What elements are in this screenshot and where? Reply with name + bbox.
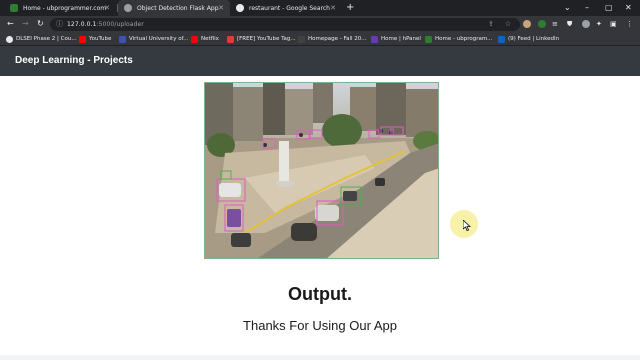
new-tab-icon[interactable]: + <box>346 2 354 14</box>
bookmark-netflix[interactable]: Netflix <box>191 35 219 43</box>
detection-result-image <box>204 82 439 259</box>
page-bottom-edge <box>0 355 640 360</box>
app-navbar: Deep Learning - Projects <box>0 46 640 76</box>
mouse-cursor-icon <box>463 220 471 231</box>
bookmark-label: Home | hPanel <box>381 36 421 42</box>
puzzle-icon[interactable]: ✦ <box>596 19 602 29</box>
tab-google-search[interactable]: restaurant - Google Search ✕ <box>230 0 342 16</box>
share-icon[interactable]: ⇪ <box>488 20 494 29</box>
close-tab-icon[interactable]: ✕ <box>218 4 224 12</box>
ubprogrammer-favicon-icon <box>10 4 18 12</box>
linkedin-favicon-icon <box>498 35 505 43</box>
bookmark-label: Home - ubprogram... <box>435 36 493 42</box>
globe-favicon-icon <box>124 4 132 12</box>
bookmark-free-youtube-tag[interactable]: [FREE] YouTube Tag... <box>227 35 296 43</box>
tab-title: Home - ubprogrammer.com <box>23 4 107 12</box>
street-scene-graphic <box>205 83 438 258</box>
bookmark-label: YouTube <box>89 36 112 42</box>
browser-tab-strip: Home - ubprogrammer.com ✕ Object Detecti… <box>0 0 640 16</box>
bookmark-label: (9) Feed | LinkedIn <box>508 36 560 42</box>
address-url: 127.0.0.1:5000/uploader <box>67 20 144 29</box>
profile-extension-icon[interactable] <box>582 20 590 28</box>
extension-icon[interactable]: ≡ <box>552 19 558 29</box>
tab-ubprogrammer[interactable]: Home - ubprogrammer.com ✕ <box>4 0 116 16</box>
tab-title: Object Detection Flask App <box>137 4 219 12</box>
ubprogrammer-favicon-icon <box>425 35 432 43</box>
grammar-extension-icon[interactable] <box>538 20 546 28</box>
vu-favicon-icon <box>119 35 126 43</box>
bookmark-linkedin[interactable]: (9) Feed | LinkedIn <box>498 35 559 43</box>
hpanel-favicon-icon <box>371 35 378 43</box>
avatar-extension-icon[interactable] <box>523 20 531 28</box>
bookmark-vu[interactable]: Virtual University of... <box>119 35 188 43</box>
tab-title: restaurant - Google Search <box>249 4 330 12</box>
close-tab-icon[interactable]: ✕ <box>330 4 336 12</box>
bookmark-homepage-fall[interactable]: Homepage - Fall 20... <box>298 35 367 43</box>
dlsei-favicon-icon <box>6 35 13 43</box>
shield-icon[interactable]: ⛊ <box>567 19 572 29</box>
browser-toolbar: ← → ↻ ⓘ 127.0.0.1:5000/uploader ⇪ ☆ ≡ ⛊ … <box>0 16 640 33</box>
menu-icon[interactable]: ⋮ <box>626 19 633 29</box>
bookmark-label: Virtual University of... <box>129 36 189 42</box>
url-host: 127.0.0.1 <box>67 21 97 28</box>
google-favicon-icon <box>236 4 244 12</box>
close-window-icon[interactable]: ✕ <box>625 2 632 14</box>
back-icon[interactable]: ← <box>7 19 14 29</box>
youtube-favicon-icon <box>79 35 86 43</box>
bookmark-ubprogrammer[interactable]: Home - ubprogram... <box>425 35 492 43</box>
tab-search-icon[interactable]: ⌄ <box>564 2 571 14</box>
netflix-favicon-icon <box>191 35 198 43</box>
thanks-message: Thanks For Using Our App <box>243 318 397 333</box>
bookmark-youtube[interactable]: YouTube <box>79 35 111 43</box>
tag-favicon-icon <box>227 35 234 43</box>
bookmark-hpanel[interactable]: Home | hPanel <box>371 35 421 43</box>
bookmark-label: [FREE] YouTube Tag... <box>237 36 296 42</box>
maximize-icon[interactable]: ▢ <box>605 2 613 14</box>
bookmark-label: Netflix <box>201 36 219 42</box>
reload-icon[interactable]: ↻ <box>37 19 44 29</box>
navbar-brand[interactable]: Deep Learning - Projects <box>15 55 133 67</box>
bookmarks-bar: DLSEI Phase 2 | Cou... YouTube Virtual U… <box>0 33 640 46</box>
tab-object-detection[interactable]: Object Detection Flask App ✕ <box>118 0 230 16</box>
forward-icon[interactable]: → <box>22 19 29 29</box>
url-path: :5000/uploader <box>96 21 144 28</box>
side-panel-icon[interactable]: ▣ <box>610 19 617 29</box>
output-heading: Output. <box>288 284 352 304</box>
minimize-icon[interactable]: – <box>585 2 589 14</box>
bookmark-label: Homepage - Fall 20... <box>308 36 367 42</box>
close-tab-icon[interactable]: ✕ <box>104 4 110 12</box>
homepage-favicon-icon <box>298 35 305 43</box>
address-bar[interactable]: ⓘ 127.0.0.1:5000/uploader ⇪ ☆ <box>50 18 520 31</box>
bookmark-dlsei[interactable]: DLSEI Phase 2 | Cou... <box>6 35 77 43</box>
bookmark-label: DLSEI Phase 2 | Cou... <box>16 36 77 42</box>
site-info-icon[interactable]: ⓘ <box>56 20 63 29</box>
bookmark-star-icon[interactable]: ☆ <box>505 20 511 29</box>
